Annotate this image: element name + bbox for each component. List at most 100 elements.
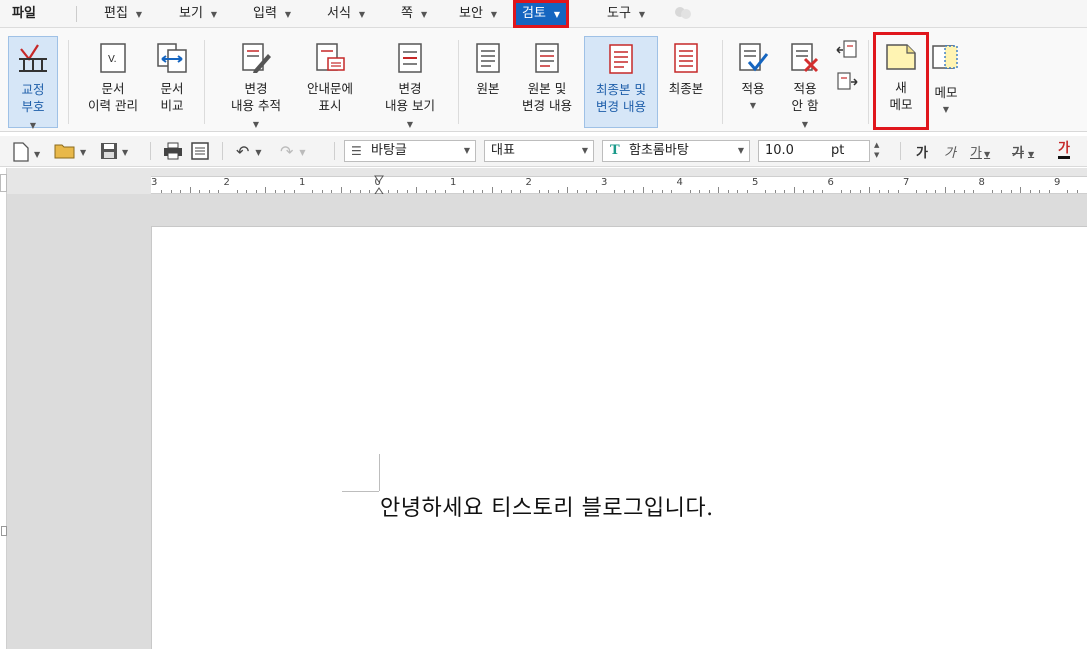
ruler-tick (746, 190, 748, 193)
menu-format[interactable]: 서식 ▼ (327, 4, 365, 24)
vertical-ruler[interactable] (0, 168, 7, 649)
menu-insert[interactable]: 입력 ▼ (253, 4, 291, 24)
document-page[interactable] (151, 226, 1087, 649)
paragraph-style-icon: ☰ (351, 144, 362, 158)
original-changes-label-1: 원본 및 (527, 81, 567, 96)
doc-history-label-2: 이력 관리 (88, 98, 138, 113)
font-select[interactable]: T 함초롬바탕 ▼ (602, 140, 750, 162)
menu-bar: 파일 편집 ▼ 보기 ▼ 입력 ▼ 서식 ▼ 쪽 ▼ 보안 ▼ 검토 ▼ 도구 ▼ (0, 0, 1087, 28)
show-changes-label-1: 변경 (398, 81, 422, 96)
ruler-tick (878, 190, 880, 193)
ruler-tick (944, 187, 946, 193)
save-button[interactable]: ▼ (100, 142, 128, 162)
ruler-number: 1 (450, 177, 457, 188)
italic-button[interactable]: 가 (944, 142, 956, 161)
chevron-down-icon: ▼ (210, 10, 218, 19)
font-size-stepper[interactable]: ▲ ▼ (874, 140, 879, 160)
chevron-down-icon: ▼ (252, 120, 260, 129)
style-select[interactable]: ☰ 바탕글 ▼ (344, 140, 476, 162)
ruler-tick (482, 190, 484, 193)
chevron-down-icon: ▼ (1027, 150, 1035, 159)
ruler-tick (265, 187, 267, 193)
menu-insert-label: 입력 (253, 6, 277, 21)
original-changes-button[interactable]: 원본 및 변경 내용 (514, 36, 580, 128)
ruler-tick (284, 190, 286, 193)
accept-button[interactable]: 적용 ▼ (732, 36, 774, 128)
ribbon-divider (68, 40, 69, 124)
chevron-down-icon: ▼ (463, 146, 470, 155)
proofmark-icon (16, 43, 50, 77)
ruler-tick (689, 190, 691, 193)
proofmark-button[interactable]: 교정 부호 ▼ (8, 36, 58, 130)
chevron-down-icon: ▼ (581, 146, 588, 155)
chevron-down-icon: ▼ (490, 10, 498, 19)
ruler-number: 1 (299, 177, 306, 188)
menu-page[interactable]: 쪽 ▼ (401, 4, 427, 24)
chevron-down-icon: ▼ (299, 148, 306, 157)
review-ribbon: 교정 부호 ▼ V. 문서 이력 관리 문서 비교 변경 내용 추적 ▼ 안내문에표시 변경… (0, 28, 1087, 132)
open-button[interactable]: ▼ (54, 142, 86, 162)
new-document-button[interactable]: ▼ (12, 142, 40, 162)
print-preview-button[interactable] (191, 142, 209, 162)
font-size-value: 10.0 (765, 143, 794, 158)
menu-review[interactable]: 검토 ▼ (512, 0, 570, 28)
ruler-tick (793, 187, 795, 193)
chevron-down-icon: ▼ (801, 120, 809, 129)
chevron-down-icon: ▼ (122, 148, 129, 157)
track-changes-button[interactable]: 변경 내용 추적 ▼ (218, 36, 294, 129)
ribbon-divider (458, 40, 459, 124)
show-in-balloon-label-2: 표시 (318, 98, 342, 113)
doc-compare-label-1: 문서 (160, 81, 184, 96)
underline-button[interactable]: 가 ▼ (970, 142, 990, 161)
font-color-button[interactable]: 가 (1058, 142, 1070, 159)
new-memo-button[interactable]: 새 메모 (873, 32, 929, 130)
print-button[interactable] (163, 142, 183, 162)
show-in-balloon-label-1: 안내문에 (306, 81, 353, 96)
stepper-down-icon[interactable]: ▼ (874, 150, 879, 160)
folder-open-icon (54, 144, 75, 159)
stepper-up-icon[interactable]: ▲ (874, 140, 879, 150)
toolbar-divider (150, 142, 151, 160)
ruler-tick (359, 190, 361, 193)
show-in-balloon-button[interactable]: 안내문에표시 (298, 36, 362, 128)
menu-edit[interactable]: 편집 ▼ (104, 4, 142, 24)
show-changes-button[interactable]: 변경 내용 보기 ▼ (372, 36, 448, 129)
ruler-tick (1020, 187, 1022, 193)
chevron-down-icon: ▼ (358, 10, 366, 19)
reject-button[interactable]: 적용 안 함 ▼ (780, 36, 830, 129)
ruler-tick (812, 190, 814, 193)
document-text[interactable]: 안녕하세요 티스토리 블로그입니다. (380, 490, 714, 522)
style-value: 바탕글 (371, 143, 407, 158)
undo-button[interactable]: ↶ ▼ (236, 142, 262, 162)
bold-button[interactable]: 가 (916, 142, 928, 161)
doc-compare-button[interactable]: 문서 비교 (150, 36, 194, 128)
ruler-tick (765, 190, 767, 193)
standard-toolbar: ▼ ▼ ▼ ↶ ▼ ↷ ▼ ☰ 바탕글 ▼ 대표 ▼ T 함초롬바탕 ▼ 10.0 … (0, 136, 1087, 167)
strikethrough-button[interactable]: 가 ▼ (1012, 142, 1034, 161)
menu-tools[interactable]: 도구 ▼ (607, 4, 645, 24)
ruler-tick (406, 190, 408, 193)
ruler-tick (510, 190, 512, 193)
next-change-button[interactable] (834, 68, 860, 114)
memo-button[interactable]: 메모 ▼ (928, 36, 964, 128)
messenger-icon[interactable] (674, 5, 692, 25)
ruler-number: 9 (1054, 177, 1061, 188)
ruler-tick (708, 190, 710, 193)
menu-file[interactable]: 파일 (12, 4, 36, 24)
language-select[interactable]: 대표 ▼ (484, 140, 594, 162)
menu-security[interactable]: 보안 ▼ (459, 4, 497, 24)
original-button[interactable]: 원본 (468, 36, 508, 128)
redo-button[interactable]: ↷ ▼ (280, 142, 306, 162)
final-changes-button[interactable]: 최종본 및 변경 내용 (584, 36, 658, 128)
horizontal-ruler[interactable]: 3210123456789 (151, 176, 1087, 194)
menu-format-label: 서식 (327, 6, 351, 21)
prev-change-icon (836, 40, 858, 64)
chevron-down-icon: ▼ (284, 10, 292, 19)
menu-view[interactable]: 보기 ▼ (179, 4, 217, 24)
ruler-tick (416, 187, 418, 193)
final-changes-icon (607, 43, 635, 79)
ruler-tick (369, 190, 371, 193)
font-size-input[interactable]: 10.0 pt (758, 140, 870, 162)
final-button[interactable]: 최종본 (662, 36, 710, 128)
doc-history-button[interactable]: V. 문서 이력 관리 (80, 36, 146, 128)
